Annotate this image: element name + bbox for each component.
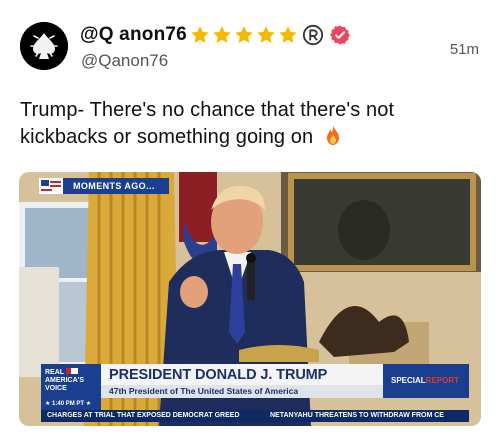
- ticker-item: NETANYAHU THREATENS TO WITHDRAW FROM CE: [270, 412, 444, 419]
- author-handle[interactable]: @Qanon76: [81, 51, 168, 71]
- author-name-row: @Q anon76: [80, 22, 351, 48]
- speaker-title: 47th President of The United States of A…: [109, 386, 299, 396]
- star-icon: [235, 26, 253, 43]
- registered-mark-icon: [302, 24, 323, 46]
- display-name[interactable]: @Q anon76: [80, 24, 187, 46]
- speaker-name: PRESIDENT DONALD J. TRUMP: [109, 367, 328, 383]
- speaker-title-bar: 47th President of The United States of A…: [101, 385, 383, 398]
- name-plate: PRESIDENT DONALD J. TRUMP 47th President…: [101, 364, 383, 398]
- news-ticker: CHARGES AT TRIAL THAT EXPOSED DEMOCRAT G…: [41, 410, 469, 422]
- video-thumbnail[interactable]: MOMENTS AGO... REAL AMERICA'S VOICE PRES…: [19, 172, 481, 426]
- avatar[interactable]: [20, 22, 68, 70]
- special-report-badge: SPECIALREPORT: [383, 364, 469, 398]
- flag-icon: [39, 178, 63, 194]
- star-badges: [189, 24, 299, 46]
- ticker-item: CHARGES AT TRIAL THAT EXPOSED DEMOCRAT G…: [47, 412, 240, 419]
- verified-badge-icon: [329, 25, 350, 45]
- broadcast-time: ★ 1:40 PM PT ★: [41, 398, 101, 410]
- news-lower-third: REAL AMERICA'S VOICE PRESIDENT DONALD J.…: [41, 364, 469, 422]
- star-icon: [213, 26, 231, 43]
- social-post: @Q anon76 @Qanon76 51m Trump- There's no…: [0, 0, 500, 439]
- moments-ago-banner: MOMENTS AGO...: [39, 178, 169, 194]
- network-logo: REAL AMERICA'S VOICE: [41, 364, 101, 398]
- special-label: SPECIAL: [391, 376, 426, 385]
- network-logo-line3: VOICE: [45, 385, 67, 392]
- network-logo-line1: REAL: [45, 369, 65, 376]
- report-label: REPORT: [425, 376, 460, 385]
- flag-icon: [66, 368, 79, 374]
- fire-icon: [326, 125, 339, 145]
- post-timestamp[interactable]: 51m: [450, 41, 479, 58]
- star-icon: [191, 26, 209, 43]
- post-text: Trump- There's no chance that there's no…: [20, 97, 482, 151]
- star-icon: [257, 26, 275, 43]
- spade-emblem-icon: [20, 22, 68, 70]
- star-icon: [279, 26, 297, 43]
- moments-ago-label: MOMENTS AGO...: [73, 181, 155, 191]
- network-logo-line2: AMERICA'S: [45, 377, 84, 384]
